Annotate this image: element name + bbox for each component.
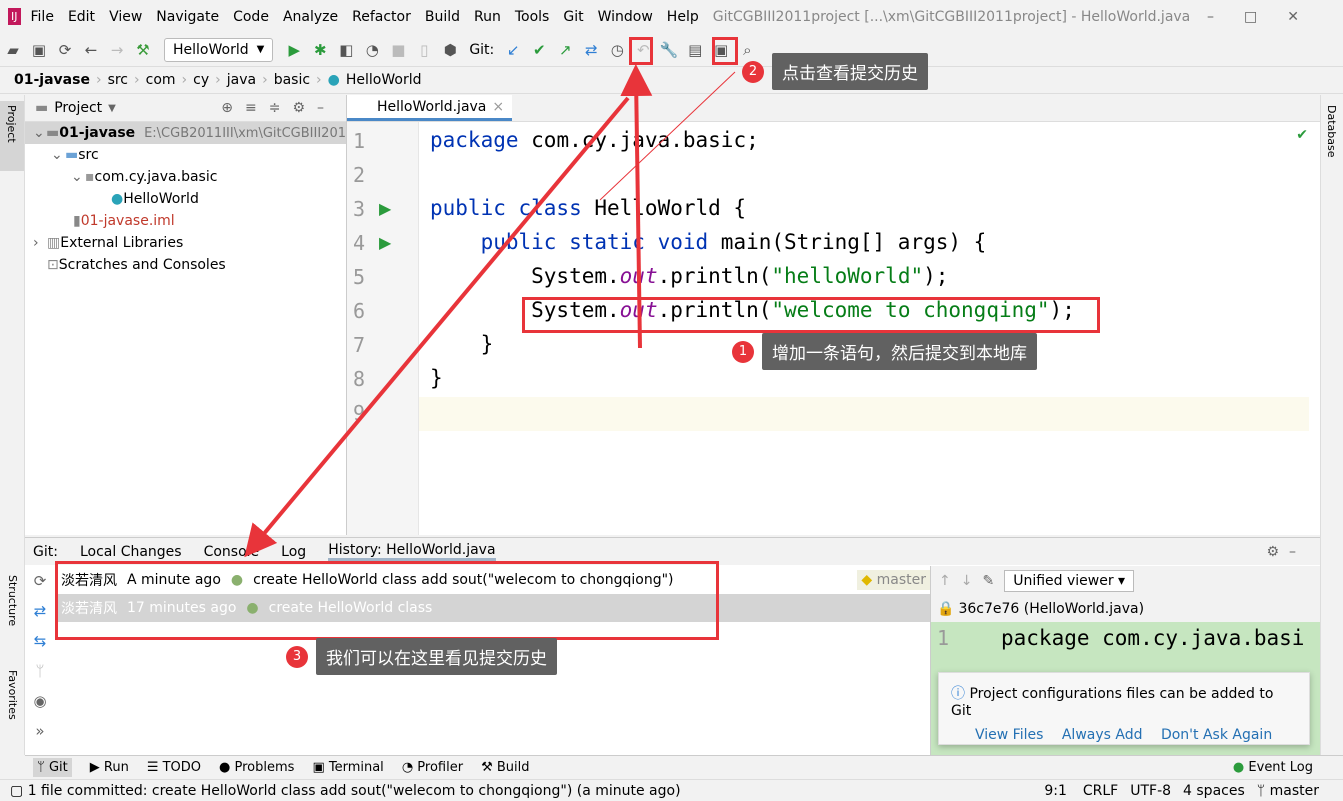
arrow-to-history: [244, 96, 630, 558]
annotation-number: 2: [742, 60, 764, 83]
annotation-1: 1 增加一条语句，然后提交到本地库: [732, 333, 1037, 370]
annotation-3: 3 我们可以在这里看见提交历史: [286, 638, 557, 675]
annotation-number: 1: [732, 340, 754, 363]
arrow-to-commit: [620, 64, 653, 349]
annotation-callout: 点击查看提交历史: [772, 53, 928, 90]
arrow-thin-line: [599, 71, 736, 201]
annotation-2: 2 点击查看提交历史: [742, 53, 928, 90]
annotation-number: 3: [286, 645, 308, 668]
annotation-callout: 增加一条语句，然后提交到本地库: [762, 333, 1037, 370]
annotation-arrows: [244, 64, 736, 558]
annotation-callout: 我们可以在这里看见提交历史: [316, 638, 557, 675]
